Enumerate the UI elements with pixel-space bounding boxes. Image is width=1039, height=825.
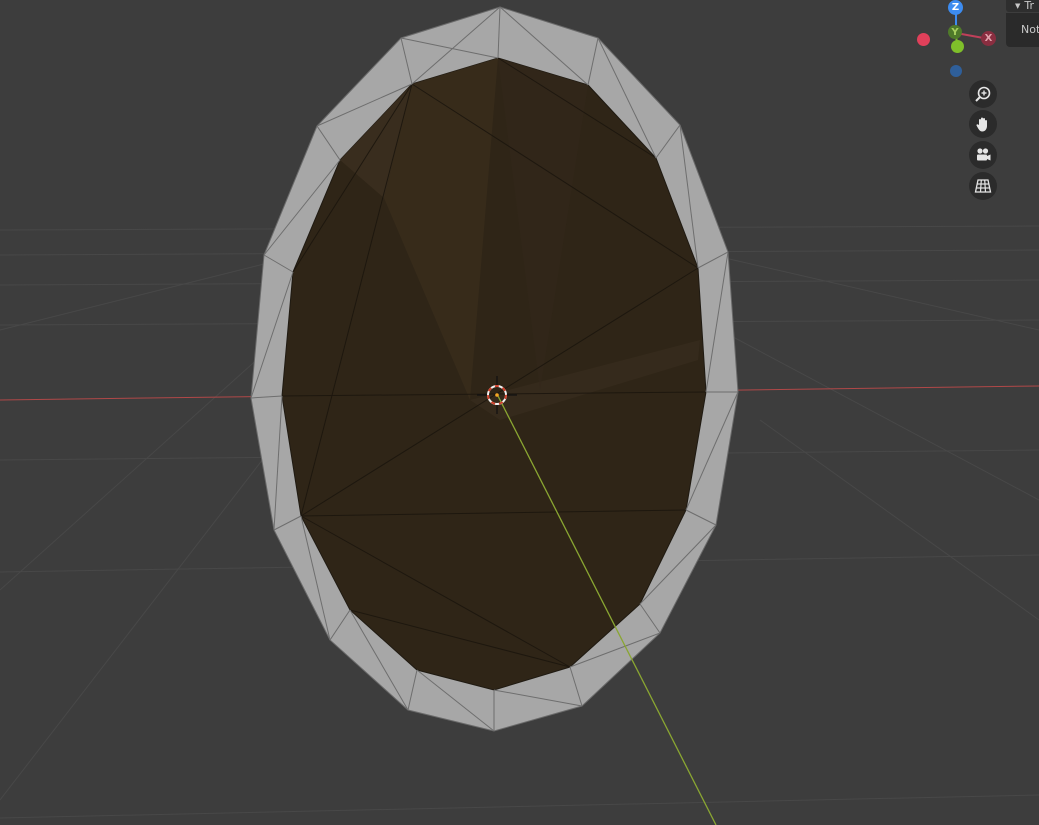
gizmo-neg-z-axis[interactable]	[950, 65, 962, 77]
camera-view-button[interactable]	[969, 141, 997, 169]
npanel-tab-header[interactable]: ▼ Tr	[1006, 0, 1039, 12]
zoom-icon	[975, 86, 991, 102]
gizmo-y-label: Y	[951, 26, 959, 38]
gizmo-x-axis[interactable]: X	[981, 31, 996, 46]
gizmo-neg-y-axis[interactable]	[951, 40, 964, 53]
mesh-object[interactable]	[250, 6, 739, 732]
npanel-body: Not	[1006, 13, 1039, 47]
collapse-triangle-icon: ▼	[1015, 2, 1021, 10]
gizmo-x-label: X	[984, 33, 993, 44]
gizmo-z-label: Z	[951, 2, 960, 13]
npanel-body-text: Not	[1021, 23, 1039, 36]
viewport-scene[interactable]	[0, 0, 1039, 825]
zoom-button[interactable]	[969, 80, 997, 108]
hand-icon	[976, 117, 987, 132]
ortho-toggle-button[interactable]	[969, 172, 997, 200]
npanel-header-label: Tr	[1024, 0, 1035, 12]
gizmo-y-axis[interactable]: Y	[948, 25, 962, 39]
gizmo-neg-x-axis[interactable]	[917, 33, 930, 46]
3d-viewport[interactable]: Z Y X ▼ Tr Not	[0, 0, 1039, 825]
pan-button[interactable]	[969, 110, 997, 138]
gizmo-z-axis[interactable]: Z	[948, 0, 963, 15]
camera-icon	[977, 148, 991, 161]
grid-icon	[974, 179, 992, 193]
